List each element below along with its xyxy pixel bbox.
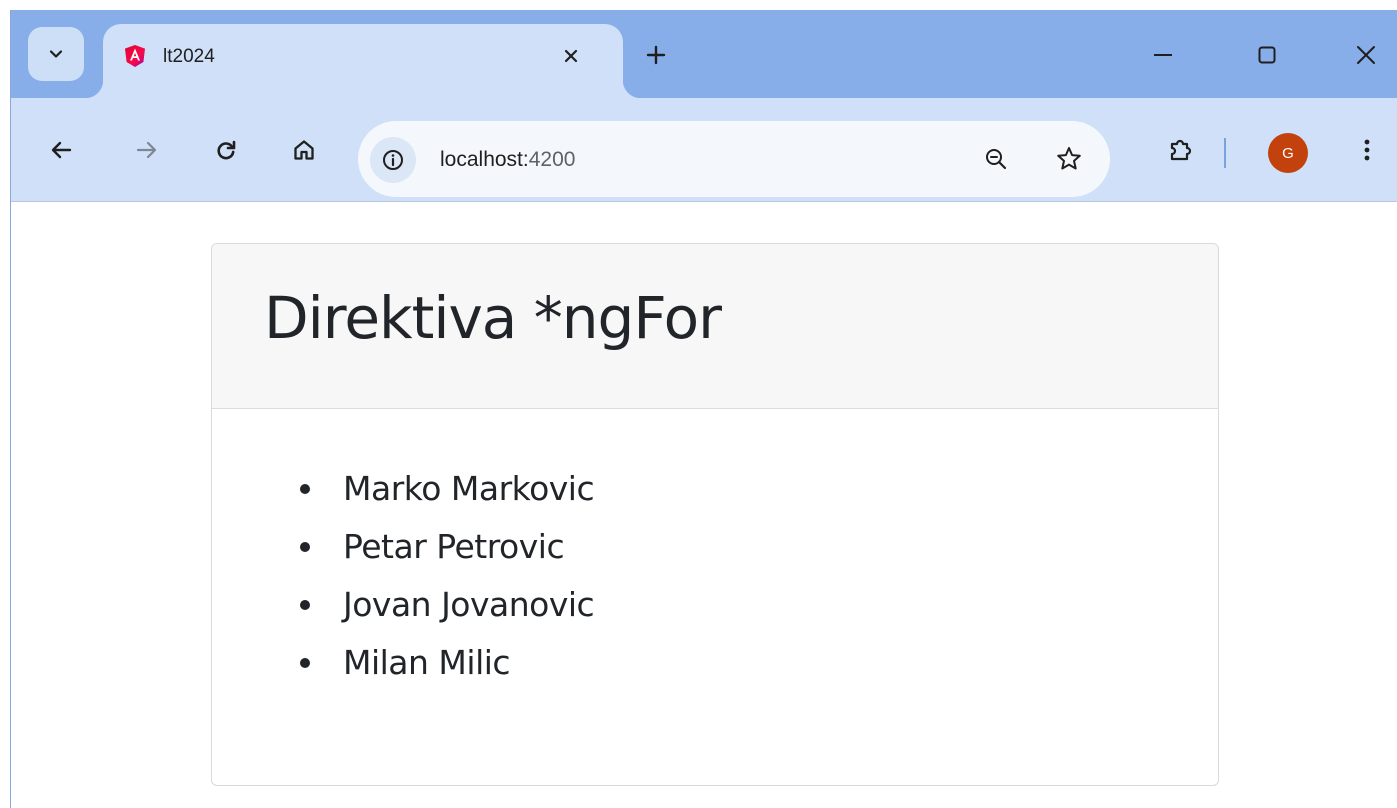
- bookmark-button[interactable]: [1051, 141, 1087, 177]
- more-vert-icon: [1364, 139, 1370, 161]
- menu-button[interactable]: [1347, 130, 1387, 170]
- home-icon: [294, 140, 314, 160]
- close-icon: [564, 49, 578, 63]
- profile-avatar[interactable]: G: [1268, 133, 1308, 173]
- forward-button[interactable]: [126, 130, 166, 170]
- chevron-down-icon: [49, 50, 63, 58]
- reload-button[interactable]: [206, 130, 246, 170]
- list-item-text: Petar Petrovic: [343, 527, 565, 566]
- extensions-button[interactable]: [1161, 130, 1201, 170]
- browser-toolbar: localhost:4200 G: [11, 98, 1397, 202]
- tab-close-button[interactable]: [555, 40, 587, 72]
- address-bar[interactable]: localhost:4200: [358, 121, 1110, 197]
- tab-active[interactable]: lt2024: [85, 24, 641, 98]
- maximize-icon: [1258, 46, 1276, 64]
- bullet: [300, 484, 310, 494]
- page-content: Direktiva *ngFor Marko Markovic Petar Pe…: [11, 202, 1397, 808]
- bullet: [300, 542, 310, 552]
- reload-icon: [217, 140, 236, 160]
- url-port: 4200: [528, 148, 576, 171]
- toolbar-divider: [1224, 138, 1226, 168]
- new-tab-button[interactable]: [639, 38, 673, 72]
- bullet: [300, 658, 310, 668]
- list-item: Milan Milic: [300, 641, 594, 699]
- minimize-icon: [1154, 54, 1172, 56]
- list-item-text: Milan Milic: [343, 643, 511, 682]
- people-list: Marko Markovic Petar Petrovic Jovan Jova…: [300, 467, 595, 699]
- list-item-text: Marko Markovic: [343, 469, 595, 508]
- tab-strip: lt2024: [11, 10, 1397, 98]
- url-host: localhost:: [440, 148, 529, 171]
- angular-logo-icon: [125, 45, 145, 67]
- minimize-button[interactable]: [1143, 38, 1183, 72]
- plus-icon: [646, 45, 666, 65]
- maximize-button[interactable]: [1247, 38, 1287, 72]
- info-icon: [383, 150, 403, 170]
- page-title: Direktiva *ngFor: [264, 284, 722, 352]
- browser-window: lt2024 localhost:4200 G Direktiva *ngFor…: [10, 10, 1397, 808]
- zoom-button[interactable]: [978, 141, 1014, 177]
- tab-title: lt2024: [163, 46, 215, 67]
- arrow-right-icon: [136, 141, 157, 159]
- list-item: Jovan Jovanovic: [300, 583, 595, 641]
- puzzle-icon: [1170, 139, 1192, 161]
- card: Direktiva *ngFor Marko Markovic Petar Pe…: [211, 243, 1219, 786]
- back-button[interactable]: [42, 130, 82, 170]
- arrow-left-icon: [51, 141, 72, 159]
- list-item: Marko Markovic: [300, 467, 595, 525]
- zoom-out-icon: [986, 149, 1007, 170]
- close-window-button[interactable]: [1346, 38, 1386, 72]
- list-item: Petar Petrovic: [300, 525, 594, 583]
- site-info-button[interactable]: [370, 137, 416, 183]
- star-icon: [1057, 147, 1081, 170]
- url-text: localhost:4200: [440, 148, 575, 172]
- list-item-text: Jovan Jovanovic: [343, 585, 595, 624]
- close-icon: [1357, 46, 1375, 64]
- bullet: [300, 600, 310, 610]
- tab-search-button[interactable]: [28, 27, 84, 81]
- home-button[interactable]: [284, 130, 324, 170]
- card-header: Direktiva *ngFor: [212, 244, 1218, 409]
